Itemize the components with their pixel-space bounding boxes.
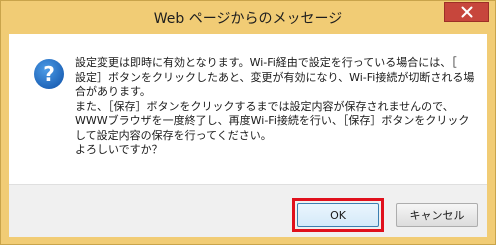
- close-button[interactable]: [444, 2, 489, 22]
- message-area: ? 設定変更は即時に有効となります。Wi-Fi経由で設定を行っている場合には、［…: [9, 34, 487, 184]
- info-icon: ?: [34, 59, 64, 89]
- message-text: 設定変更は即時に有効となります。Wi-Fi経由で設定を行っている場合には、［ 設…: [75, 56, 475, 158]
- svg-text:?: ?: [43, 62, 55, 86]
- dialog-window: Web ページからのメッセージ ? 設定変更は即時に有効となります。Wi-Fi経…: [0, 0, 496, 245]
- dialog-client-area: ? 設定変更は即時に有効となります。Wi-Fi経由で設定を行っている場合には、［…: [9, 34, 487, 237]
- ok-button[interactable]: OK: [297, 203, 379, 227]
- cancel-button[interactable]: キャンセル: [396, 203, 478, 227]
- message-line: また、［保存］ボタンをクリックするまでは設定内容が保存されませんので、: [75, 99, 454, 113]
- message-line: 設定変更は即時に有効となります。Wi-Fi経由で設定を行っている場合には、［: [75, 56, 457, 69]
- message-line: して設定内容の保存を行ってください。: [75, 128, 272, 142]
- message-line: 合があります。: [75, 85, 151, 98]
- button-bar: OK キャンセル: [9, 184, 487, 237]
- message-line: WWWブラウザを一度終了し、再度Wi-Fi接続を行い、［保存］ボタンをクリック: [75, 114, 470, 127]
- message-line: 設定］ボタンをクリックしたあと、変更が有効になり、Wi-Fi接続が切断される場: [75, 70, 475, 84]
- close-icon: [461, 6, 472, 18]
- window-title: Web ページからのメッセージ: [153, 11, 343, 27]
- message-line: よろしいですか？: [75, 143, 163, 156]
- title-bar[interactable]: Web ページからのメッセージ: [1, 1, 495, 35]
